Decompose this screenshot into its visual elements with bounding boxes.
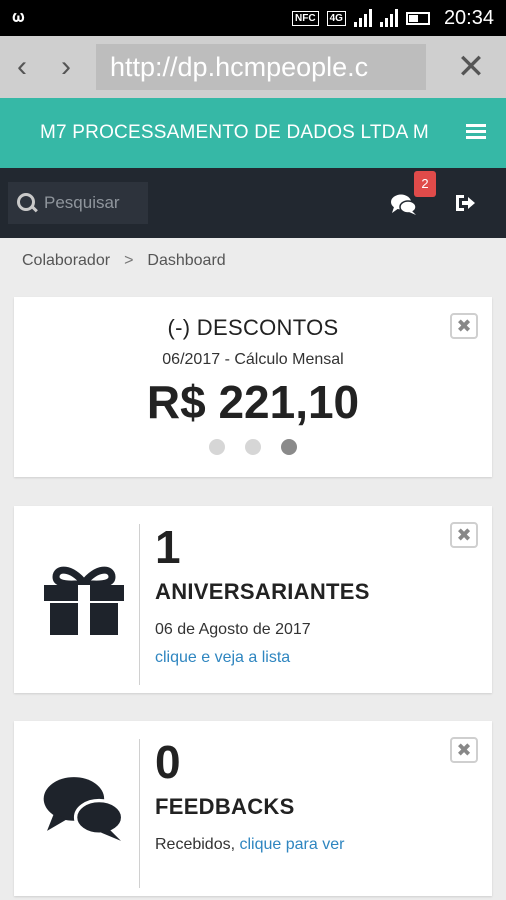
discounts-value: R$ 221,10 — [146, 376, 360, 428]
notification-badge: 2 — [414, 171, 436, 197]
discounts-subtitle: 06/2017 - Cálculo Mensal — [162, 351, 344, 368]
search-icon — [16, 192, 38, 214]
voicemail-icon: 𝛚 — [12, 9, 25, 26]
hamburger-menu-icon[interactable] — [466, 124, 486, 140]
feedbacks-view-link[interactable]: clique para ver — [240, 836, 345, 853]
chevron-left-icon: ‹ — [17, 50, 27, 83]
carousel-dot-2[interactable] — [245, 439, 261, 455]
browser-toolbar: ‹ › http://dp.hcmpeople.c ✕ — [0, 36, 506, 98]
close-card-button[interactable]: ✖ — [450, 522, 478, 548]
close-button[interactable]: ✕ — [436, 47, 506, 87]
discounts-card: ✖ (-) DESCONTOS 06/2017 - Cálculo Mensal… — [14, 297, 492, 477]
clock: 20:34 — [443, 6, 494, 29]
signal-2-icon — [379, 9, 398, 27]
close-card-button[interactable]: ✖ — [450, 737, 478, 763]
chevron-right-icon: › — [61, 50, 71, 83]
logout-icon — [456, 195, 475, 211]
feedbacks-card: ✖ 0 FEEDBACKS Recebidos, clique para ver — [14, 721, 492, 896]
search-toolbar: Pesquisar 2 — [0, 168, 506, 238]
messages-button[interactable]: 2 — [390, 171, 436, 223]
feedbacks-received-line: Recebidos, clique para ver — [155, 836, 442, 854]
carousel-indicator — [14, 439, 492, 455]
feedbacks-label: FEEDBACKS — [155, 793, 295, 819]
close-card-button[interactable]: ✖ — [450, 313, 478, 339]
gift-icon-wrapper — [14, 506, 126, 693]
network-type-icon: 4G — [326, 10, 346, 26]
signal-icon — [353, 9, 372, 27]
forward-button[interactable]: › — [44, 52, 88, 82]
birthdays-count: 1 — [155, 521, 181, 573]
search-input[interactable]: Pesquisar — [8, 182, 148, 224]
company-header: M7 PROCESSAMENTO DE DADOS LTDA M — [0, 98, 506, 168]
url-field[interactable]: http://dp.hcmpeople.c — [96, 44, 426, 90]
feedbacks-received-text: Recebidos, — [155, 835, 240, 853]
chat-icon-wrapper — [14, 721, 126, 896]
search-placeholder: Pesquisar — [44, 193, 120, 212]
chat-bubbles-icon — [391, 194, 417, 215]
logout-button[interactable] — [454, 188, 484, 218]
back-button[interactable]: ‹ — [0, 52, 44, 82]
birthdays-card: ✖ 1 ANIVERSARIANTES 06 de Agosto de 2017… — [14, 506, 492, 693]
battery-icon — [405, 11, 430, 25]
status-bar: 𝛚 NFC 4G 20:34 — [0, 0, 506, 36]
feedbacks-count: 0 — [155, 736, 181, 788]
birthdays-date: 06 de Agosto de 2017 — [155, 620, 311, 638]
close-icon: ✕ — [456, 48, 486, 86]
card-divider — [139, 739, 140, 888]
carousel-dot-1[interactable] — [209, 439, 225, 455]
breadcrumb-item-dashboard: Dashboard — [147, 252, 226, 269]
gift-icon — [44, 566, 124, 637]
breadcrumb-item-colaborador[interactable]: Colaborador — [22, 252, 110, 270]
company-name: M7 PROCESSAMENTO DE DADOS LTDA M — [40, 122, 429, 143]
card-divider — [139, 524, 140, 685]
breadcrumb: Colaborador > Dashboard — [0, 238, 506, 284]
birthdays-list-link[interactable]: clique e veja a lista — [155, 649, 442, 667]
nfc-icon: NFC — [292, 10, 319, 26]
discounts-title: (-) DESCONTOS — [167, 315, 339, 340]
breadcrumb-separator: > — [124, 252, 134, 269]
birthdays-label: ANIVERSARIANTES — [155, 578, 370, 604]
carousel-dot-3[interactable] — [281, 439, 297, 455]
chat-bubbles-icon — [43, 776, 125, 841]
